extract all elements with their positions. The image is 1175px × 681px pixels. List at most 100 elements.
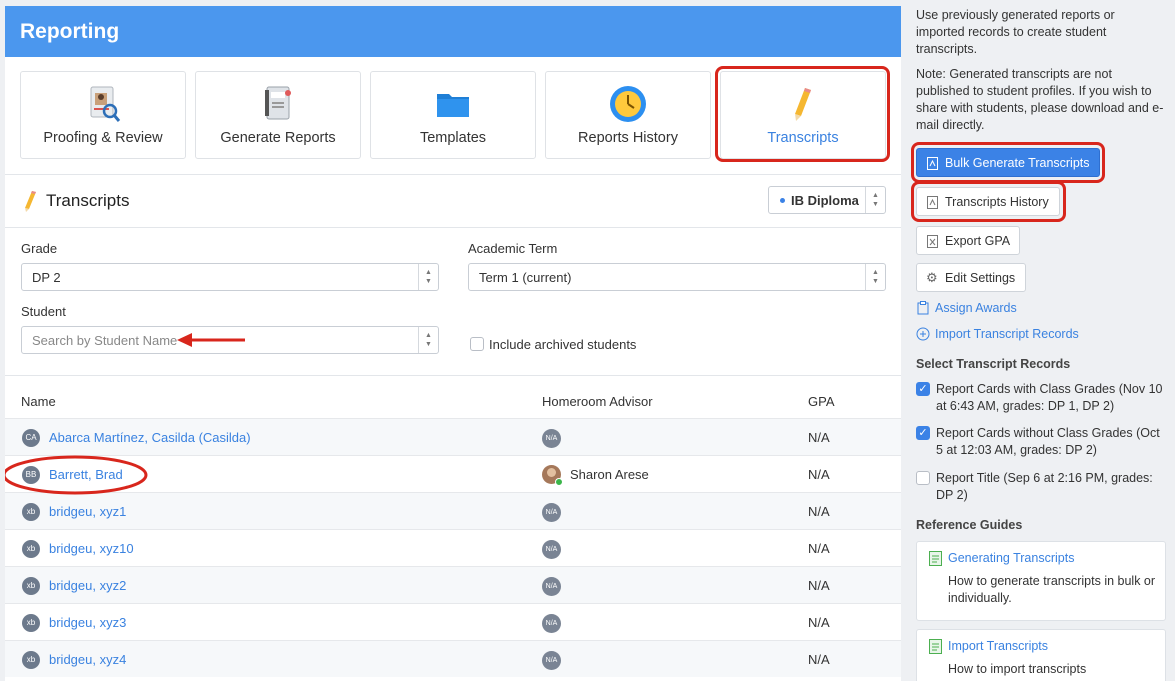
- advisor-avatar: N/A: [542, 503, 561, 522]
- edit-settings-button[interactable]: ⚙ Edit Settings: [916, 263, 1026, 292]
- record-label: Report Cards without Class Grades (Oct 5…: [936, 426, 1160, 457]
- guide-title-link[interactable]: Generating Transcripts: [948, 551, 1074, 565]
- student-name-link[interactable]: bridgeu, xyz1: [49, 504, 126, 519]
- edit-settings-label: Edit Settings: [945, 271, 1016, 285]
- report-cards-icon: [265, 86, 291, 120]
- record-option[interactable]: Report Title (Sep 6 at 2:16 PM, grades: …: [916, 470, 1166, 506]
- advisor-avatar: N/A: [542, 577, 561, 596]
- document-icon: [929, 551, 942, 566]
- tile-transcripts[interactable]: Transcripts: [720, 71, 886, 159]
- guide-title-link[interactable]: Import Transcripts: [948, 639, 1048, 653]
- column-header-gpa[interactable]: GPA: [808, 394, 835, 409]
- pencil-icon: [795, 88, 811, 121]
- student-name-link[interactable]: Abarca Martínez, Casilda (Casilda): [49, 430, 251, 445]
- import-records-link[interactable]: Import Transcript Records: [916, 327, 1079, 341]
- term-select[interactable]: Term 1 (current) ▲ ▼: [468, 263, 886, 291]
- folder-icon: [437, 94, 469, 117]
- export-gpa-button[interactable]: Export GPA: [916, 226, 1020, 255]
- record-option[interactable]: ✓ Report Cards without Class Grades (Oct…: [916, 425, 1166, 461]
- import-records-label: Import Transcript Records: [935, 327, 1079, 341]
- tile-reports-history[interactable]: Reports History: [545, 71, 711, 159]
- gpa-value: N/A: [808, 578, 830, 593]
- chevron-updown-icon: ▲ ▼: [418, 327, 438, 353]
- excel-file-icon: [927, 235, 938, 248]
- tile-templates[interactable]: Templates: [370, 71, 536, 159]
- main-panel: Reporting Proofing & Review Generate Rep…: [5, 6, 901, 681]
- gpa-value: N/A: [808, 504, 830, 519]
- clock-icon: [610, 86, 646, 122]
- term-label: Academic Term: [468, 241, 558, 256]
- guide-description: How to import transcripts: [948, 662, 1087, 676]
- chevron-updown-icon: ▲ ▼: [418, 264, 438, 290]
- sidebar-intro: Use previously generated reports or impo…: [916, 8, 1115, 56]
- program-dot: [780, 198, 785, 203]
- grade-value: DP 2: [32, 270, 61, 285]
- avatar: xb: [22, 503, 40, 521]
- record-checkbox[interactable]: [916, 471, 930, 485]
- gpa-value: N/A: [808, 430, 830, 445]
- advisor-avatar: N/A: [542, 540, 561, 559]
- sidebar-note: Note: Generated transcripts are not publ…: [916, 67, 1164, 132]
- avatar: xb: [22, 577, 40, 595]
- student-name-link[interactable]: bridgeu, xyz4: [49, 652, 126, 667]
- table-row[interactable]: xb bridgeu, xyz4 N/A N/A: [5, 640, 901, 677]
- student-name-link[interactable]: bridgeu, xyz10: [49, 541, 134, 556]
- avatar: xb: [22, 614, 40, 632]
- include-archived-label: Include archived students: [489, 337, 637, 352]
- annotation-arrow: [177, 333, 245, 347]
- assign-awards-link[interactable]: Assign Awards: [916, 301, 1017, 315]
- clipboard-icon: [917, 301, 929, 315]
- guide-card[interactable]: Import Transcripts How to import transcr…: [916, 629, 1166, 681]
- gpa-value: N/A: [808, 615, 830, 630]
- term-value: Term 1 (current): [479, 270, 572, 285]
- divider: [5, 375, 901, 376]
- table-row[interactable]: xb bridgeu, xyz10 N/A N/A: [5, 529, 901, 566]
- student-name-link[interactable]: bridgeu, xyz2: [49, 578, 126, 593]
- select-records-heading: Select Transcript Records: [916, 357, 1071, 371]
- tile-label: Transcripts: [767, 130, 839, 146]
- grade-select[interactable]: DP 2 ▲ ▼: [21, 263, 439, 291]
- pdf-icon: [927, 157, 938, 170]
- column-header-advisor[interactable]: Homeroom Advisor: [542, 394, 653, 409]
- table-row[interactable]: xb bridgeu, xyz1 N/A N/A: [5, 492, 901, 529]
- student-label: Student: [21, 304, 66, 319]
- record-checkbox[interactable]: ✓: [916, 382, 930, 396]
- guide-card[interactable]: Generating Transcripts How to generate t…: [916, 541, 1166, 621]
- include-archived-checkbox[interactable]: [470, 337, 484, 351]
- column-header-name[interactable]: Name: [21, 394, 56, 409]
- transcripts-history-button[interactable]: Transcripts History: [916, 187, 1060, 216]
- section-title: Transcripts: [46, 191, 130, 210]
- pencil-icon: [25, 191, 36, 212]
- avatar: xb: [22, 651, 40, 669]
- chevron-updown-icon: ▲ ▼: [865, 187, 885, 213]
- page-title: Reporting: [5, 6, 901, 57]
- avatar: xb: [22, 540, 40, 558]
- advisor-name: Sharon Arese: [570, 467, 649, 482]
- bulk-generate-label: Bulk Generate Transcripts: [945, 156, 1090, 170]
- export-gpa-label: Export GPA: [945, 234, 1011, 248]
- gear-icon: ⚙: [926, 270, 938, 285]
- pdf-icon: [927, 196, 938, 209]
- record-label: Report Title (Sep 6 at 2:16 PM, grades: …: [936, 471, 1153, 502]
- tile-generate-reports[interactable]: Generate Reports: [195, 71, 361, 159]
- student-name-link[interactable]: bridgeu, xyz3: [49, 615, 126, 630]
- bulk-generate-button[interactable]: Bulk Generate Transcripts: [916, 148, 1100, 177]
- tile-label: Generate Reports: [220, 130, 336, 146]
- tile-label: Reports History: [578, 130, 678, 146]
- table-row[interactable]: xb bridgeu, xyz2 N/A N/A: [5, 566, 901, 603]
- avatar: CA: [22, 429, 40, 447]
- online-status-dot: [555, 478, 563, 486]
- gpa-value: N/A: [808, 467, 830, 482]
- record-option[interactable]: ✓ Report Cards with Class Grades (Nov 10…: [916, 381, 1166, 417]
- divider: [5, 174, 901, 175]
- tile-label: Templates: [419, 130, 487, 146]
- section-header: Transcripts: [22, 190, 129, 212]
- program-select[interactable]: IB Diploma ▲ ▼: [768, 186, 886, 214]
- tile-label: Proofing & Review: [43, 130, 163, 146]
- table-row[interactable]: CA Abarca Martínez, Casilda (Casilda) N/…: [5, 418, 901, 455]
- advisor-avatar: N/A: [542, 614, 561, 633]
- record-checkbox[interactable]: ✓: [916, 426, 930, 440]
- student-search-placeholder: Search by Student Name: [32, 333, 178, 348]
- table-row[interactable]: xb bridgeu, xyz3 N/A N/A: [5, 603, 901, 640]
- tile-proofing-review[interactable]: Proofing & Review: [20, 71, 186, 159]
